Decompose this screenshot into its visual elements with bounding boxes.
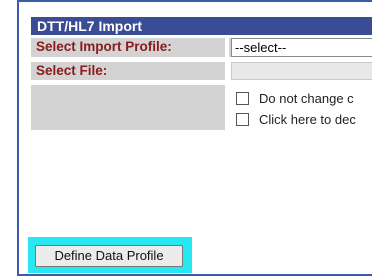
do-not-change-checkbox[interactable] (236, 92, 249, 106)
options-label-cell (31, 85, 225, 130)
do-not-change-label: Do not change c (259, 91, 354, 106)
import-profile-select[interactable]: --select-- (231, 38, 372, 57)
select-file-label: Select File: (31, 62, 225, 80)
click-here-label: Click here to dec (259, 112, 356, 127)
panel-title: DTT/HL7 Import (31, 17, 372, 35)
file-input[interactable] (231, 62, 372, 80)
click-here-checkbox[interactable] (236, 113, 249, 127)
define-profile-focus-ring: Define Data Profile (28, 237, 192, 273)
option-do-not-change[interactable]: Do not change c (236, 91, 372, 107)
define-data-profile-button[interactable]: Define Data Profile (35, 245, 183, 267)
panel-top-border (17, 0, 372, 2)
import-profile-label: Select Import Profile: (31, 38, 225, 57)
option-click-here[interactable]: Click here to dec (236, 112, 372, 128)
